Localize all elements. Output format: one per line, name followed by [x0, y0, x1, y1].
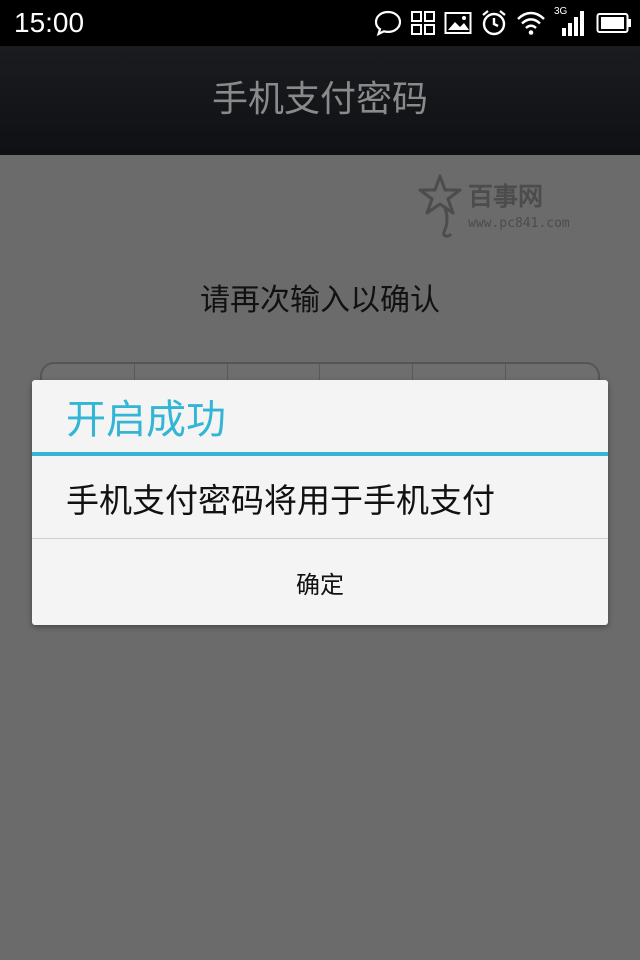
status-bar: 15:00 3G — [0, 0, 640, 46]
alarm-clock-icon — [482, 10, 506, 36]
confirm-prompt: 请再次输入以确认 — [200, 283, 440, 318]
watermark-url: www.pc841.com — [468, 216, 570, 231]
star-logo-icon — [418, 174, 462, 238]
wifi-icon — [517, 11, 545, 35]
chat-bubble-icon — [374, 10, 402, 37]
status-icons: 3G — [374, 6, 632, 40]
dialog-message: 手机支付密码将用于手机支付 — [66, 481, 495, 520]
status-time: 15:00 — [14, 7, 85, 38]
page-title: 手机支付密码 — [211, 79, 428, 120]
dialog-title: 开启成功 — [66, 397, 226, 443]
grid-icon — [411, 11, 435, 35]
dialog-title-divider — [32, 452, 608, 456]
success-dialog: 开启成功 手机支付密码将用于手机支付 确定 — [32, 380, 608, 625]
confirm-button[interactable]: 确定 — [32, 539, 608, 625]
battery-icon — [596, 13, 631, 33]
watermark-name: 百事网 — [468, 182, 544, 211]
image-icon — [444, 12, 472, 34]
signal-3g-icon: 3G — [554, 6, 588, 38]
watermark: 百事网 www.pc841.com — [418, 172, 598, 242]
title-bar: 手机支付密码 — [0, 46, 640, 155]
